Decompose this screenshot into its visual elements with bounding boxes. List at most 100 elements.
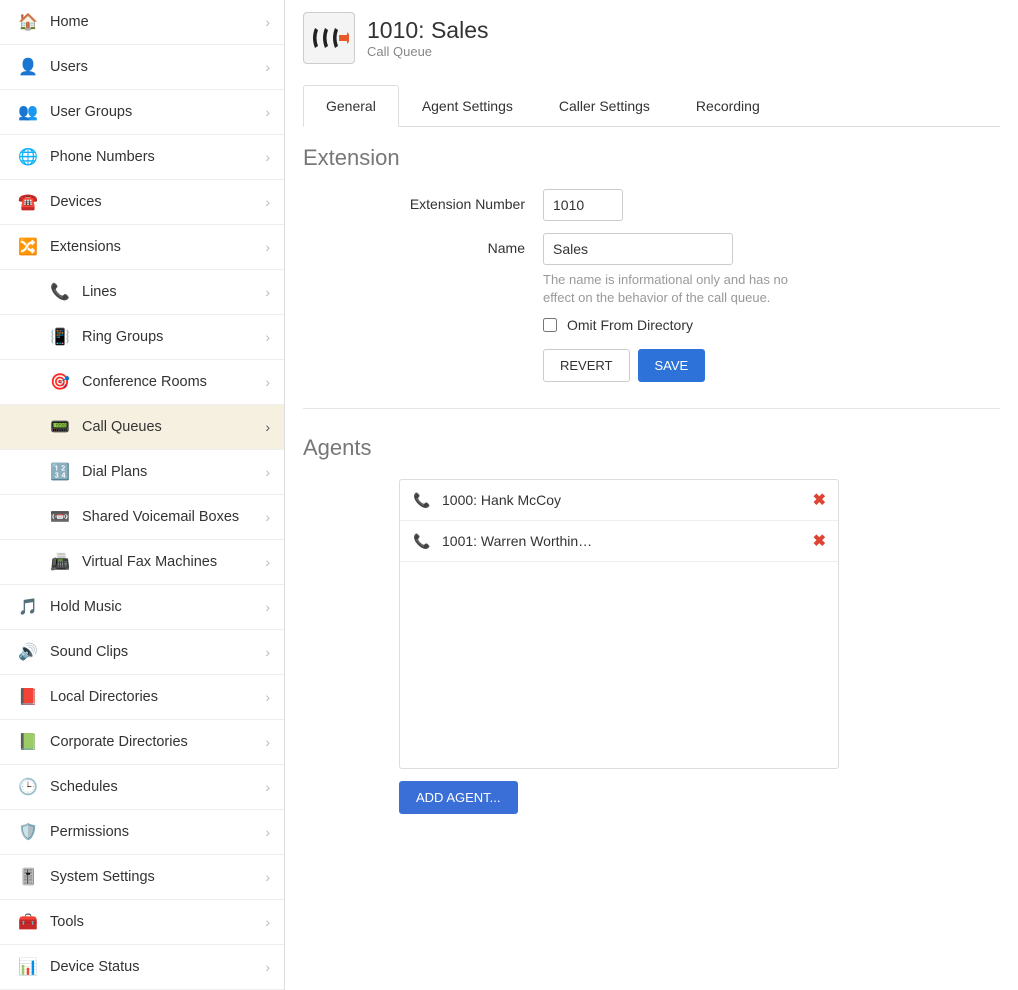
chevron-right-icon: ›: [265, 869, 270, 885]
chevron-right-icon: ›: [265, 284, 270, 300]
lines-icon: 📞: [48, 280, 72, 304]
phone-numbers-icon: 🌐: [16, 145, 40, 169]
phone-icon: 📞: [412, 533, 432, 550]
tab-general[interactable]: General: [303, 85, 399, 127]
tab-recording[interactable]: Recording: [673, 85, 783, 127]
tools-icon: 🧰: [16, 910, 40, 934]
chevron-right-icon: ›: [265, 914, 270, 930]
local-directories-icon: 📕: [16, 685, 40, 709]
sidebar-item-device-status[interactable]: 📊Device Status›: [0, 945, 284, 990]
sidebar-item-extensions[interactable]: 🔀Extensions›: [0, 225, 284, 270]
sidebar-item-permissions[interactable]: 🛡️Permissions›: [0, 810, 284, 855]
extension-number-label: Extension Number: [303, 189, 543, 212]
agents-list: 📞1000: Hank McCoy✖📞1001: Warren Worthin……: [399, 479, 839, 769]
sidebar-item-lines[interactable]: 📞 Lines›: [0, 270, 284, 315]
user-groups-icon: 👥: [16, 100, 40, 124]
chevron-right-icon: ›: [265, 329, 270, 345]
sidebar-item-conference-rooms[interactable]: 🎯Conference Rooms›: [0, 360, 284, 405]
sidebar-item-label: Shared Voicemail Boxes: [82, 509, 265, 525]
agent-label: 1000: Hank McCoy: [442, 492, 813, 508]
chevron-right-icon: ›: [265, 14, 270, 30]
system-settings-icon: 🎚️: [16, 865, 40, 889]
omit-from-directory-label: Omit From Directory: [567, 317, 693, 333]
sidebar-item-label: Home: [50, 14, 265, 30]
call-queues-icon: 📟: [48, 415, 72, 439]
sound-clips-icon: 🔊: [16, 640, 40, 664]
add-agent-button[interactable]: ADD AGENT...: [399, 781, 518, 814]
sidebar-item-label: Users: [50, 59, 265, 75]
sidebar-item-call-queues[interactable]: 📟 Call Queues›: [0, 405, 284, 450]
omit-from-directory-checkbox[interactable]: [543, 318, 557, 332]
sidebar-item-virtual-fax[interactable]: 📠Virtual Fax Machines›: [0, 540, 284, 585]
call-queue-icon: [303, 12, 355, 64]
chevron-right-icon: ›: [265, 599, 270, 615]
name-help-text: The name is informational only and has n…: [543, 271, 823, 307]
sidebar-item-label: Permissions: [50, 824, 265, 840]
sidebar-item-shared-voicemail[interactable]: 📼 Shared Voicemail Boxes›: [0, 495, 284, 540]
sidebar-item-local-directories[interactable]: 📕Local Directories›: [0, 675, 284, 720]
sidebar-item-label: Ring Groups: [82, 329, 265, 345]
dial-plans-icon: 🔢: [48, 460, 72, 484]
sidebar-item-corporate-directories[interactable]: 📗 Corporate Directories›: [0, 720, 284, 765]
chevron-right-icon: ›: [265, 554, 270, 570]
section-divider: [303, 408, 1000, 409]
sidebar-item-label: Sound Clips: [50, 644, 265, 660]
chevron-right-icon: ›: [265, 194, 270, 210]
sidebar-item-label: System Settings: [50, 869, 265, 885]
corporate-directories-icon: 📗: [16, 730, 40, 754]
sidebar-item-hold-music[interactable]: 🎵Hold Music›: [0, 585, 284, 630]
chevron-right-icon: ›: [265, 779, 270, 795]
agent-row[interactable]: 📞1001: Warren Worthin…✖: [400, 521, 838, 562]
page-subtitle: Call Queue: [367, 44, 488, 59]
users-icon: 👤: [16, 55, 40, 79]
sidebar-item-label: Phone Numbers: [50, 149, 265, 165]
chevron-right-icon: ›: [265, 419, 270, 435]
sidebar-item-users[interactable]: 👤Users›: [0, 45, 284, 90]
devices-icon: ☎️: [16, 190, 40, 214]
sidebar-item-dial-plans[interactable]: 🔢 Dial Plans›: [0, 450, 284, 495]
sidebar-item-label: Extensions: [50, 239, 265, 255]
sidebar-item-user-groups[interactable]: 👥User Groups›: [0, 90, 284, 135]
page-title: 1010: Sales: [367, 17, 488, 44]
phone-icon: 📞: [412, 492, 432, 509]
name-input[interactable]: [543, 233, 733, 265]
remove-agent-icon[interactable]: ✖: [813, 531, 826, 551]
shared-voicemail-icon: 📼: [48, 505, 72, 529]
chevron-right-icon: ›: [265, 374, 270, 390]
sidebar-item-devices[interactable]: ☎️ Devices›: [0, 180, 284, 225]
remove-agent-icon[interactable]: ✖: [813, 490, 826, 510]
chevron-right-icon: ›: [265, 734, 270, 750]
chevron-right-icon: ›: [265, 464, 270, 480]
chevron-right-icon: ›: [265, 104, 270, 120]
section-title-extension: Extension: [303, 145, 1000, 171]
tab-caller-settings[interactable]: Caller Settings: [536, 85, 673, 127]
sidebar-item-label: Schedules: [50, 779, 265, 795]
save-button[interactable]: SAVE: [638, 349, 706, 382]
sidebar-item-ring-groups[interactable]: 📳Ring Groups›: [0, 315, 284, 360]
extensions-icon: 🔀: [16, 235, 40, 259]
sidebar-item-tools[interactable]: 🧰Tools›: [0, 900, 284, 945]
sidebar-item-phone-numbers[interactable]: 🌐Phone Numbers›: [0, 135, 284, 180]
permissions-icon: 🛡️: [16, 820, 40, 844]
sidebar-item-sound-clips[interactable]: 🔊Sound Clips›: [0, 630, 284, 675]
tab-agent-settings[interactable]: Agent Settings: [399, 85, 536, 127]
sidebar-item-label: Corporate Directories: [50, 734, 265, 750]
sidebar-item-label: Devices: [50, 194, 265, 210]
sidebar-item-system-settings[interactable]: 🎚️ System Settings›: [0, 855, 284, 900]
sidebar-item-label: Local Directories: [50, 689, 265, 705]
revert-button[interactable]: REVERT: [543, 349, 630, 382]
sidebar-item-schedules[interactable]: 🕒 Schedules›: [0, 765, 284, 810]
sidebar-item-label: Virtual Fax Machines: [82, 554, 265, 570]
schedules-icon: 🕒: [16, 775, 40, 799]
extension-number-input[interactable]: [543, 189, 623, 221]
sidebar-item-label: Call Queues: [82, 419, 265, 435]
sidebar-item-label: Lines: [82, 284, 265, 300]
hold-music-icon: 🎵: [16, 595, 40, 619]
section-title-agents: Agents: [303, 435, 1000, 461]
sidebar-item-label: Dial Plans: [82, 464, 265, 480]
sidebar-item-home[interactable]: 🏠Home›: [0, 0, 284, 45]
chevron-right-icon: ›: [265, 509, 270, 525]
chevron-right-icon: ›: [265, 959, 270, 975]
agent-row[interactable]: 📞 1000: Hank McCoy✖: [400, 480, 838, 521]
device-status-icon: 📊: [16, 955, 40, 979]
